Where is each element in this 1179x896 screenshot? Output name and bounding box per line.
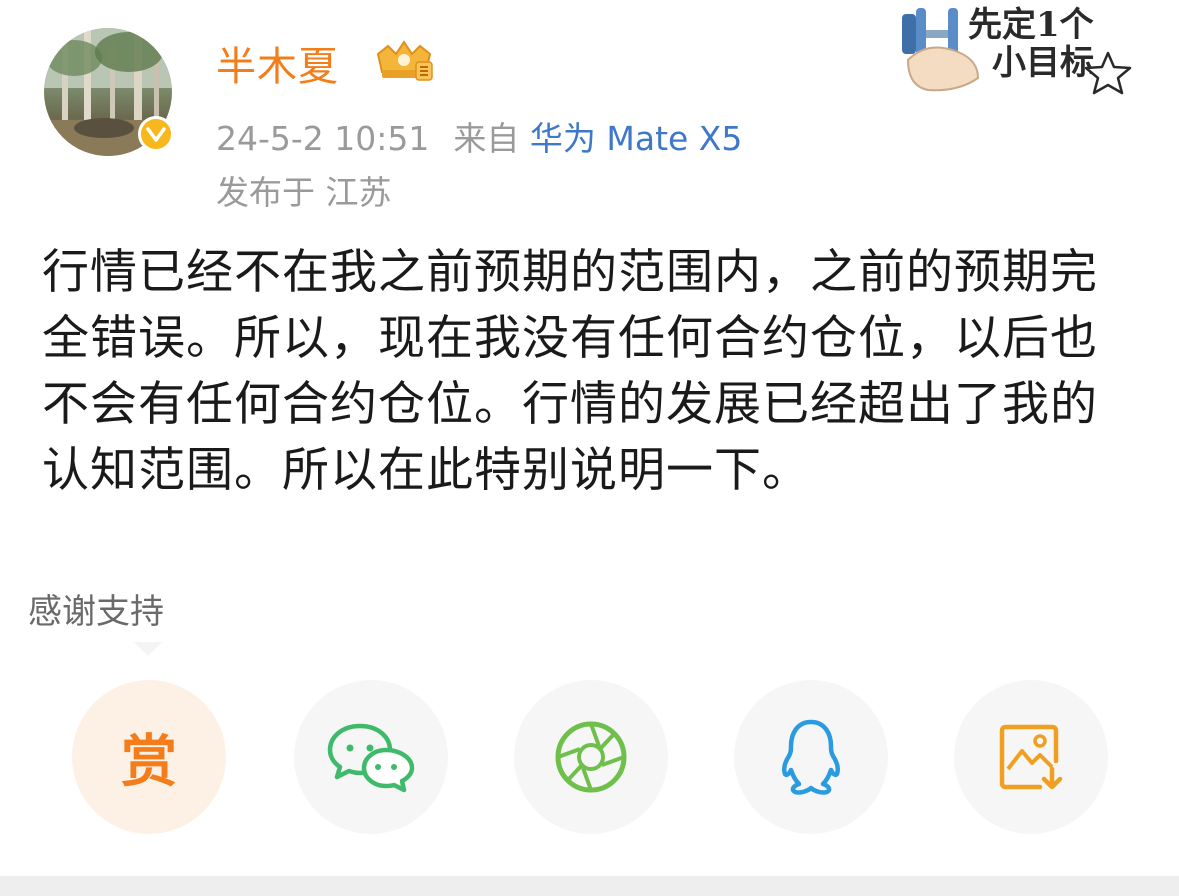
bottom-divider — [0, 876, 1179, 896]
star-icon — [1084, 51, 1132, 95]
qq-share-button[interactable] — [734, 680, 888, 834]
support-label: 感谢支持 — [28, 592, 164, 632]
share-row: 赏 — [0, 680, 1179, 840]
save-image-icon — [999, 724, 1063, 790]
reward-icon: 赏 — [121, 729, 177, 795]
post-header: 半木夏 24-5-2 10:51 来自 华为 Mate X5 发布于 江苏 先定1… — [0, 0, 1179, 230]
save-image-button[interactable] — [954, 680, 1108, 834]
post-meta: 24-5-2 10:51 来自 华为 Mate X5 — [216, 112, 742, 160]
verified-badge-icon — [138, 116, 174, 152]
wechat-icon — [327, 723, 415, 793]
support-pointer — [134, 642, 162, 656]
post-location: 发布于 江苏 — [216, 173, 392, 212]
sticker-line1: 先定1个 — [968, 5, 1094, 45]
post-date: 24-5-2 10:51 — [216, 119, 430, 158]
wechat-share-button[interactable] — [294, 680, 448, 834]
device-link[interactable]: 华为 Mate X5 — [530, 119, 743, 158]
post-text: 行情已经不在我之前预期的范围内，之前的预期完全错误。所以，现在我没有任何合约仓位… — [42, 245, 1098, 498]
moments-share-button[interactable] — [514, 680, 668, 834]
username[interactable]: 半木夏 — [216, 34, 339, 92]
qq-icon — [781, 719, 841, 795]
reward-button[interactable]: 赏 — [72, 680, 226, 834]
crown-badge-icon[interactable] — [372, 38, 436, 84]
moments-icon — [555, 721, 627, 793]
avatar[interactable] — [44, 28, 174, 156]
sticker-line2: 小目标 — [992, 43, 1094, 83]
source-prefix: 来自 — [453, 119, 520, 158]
